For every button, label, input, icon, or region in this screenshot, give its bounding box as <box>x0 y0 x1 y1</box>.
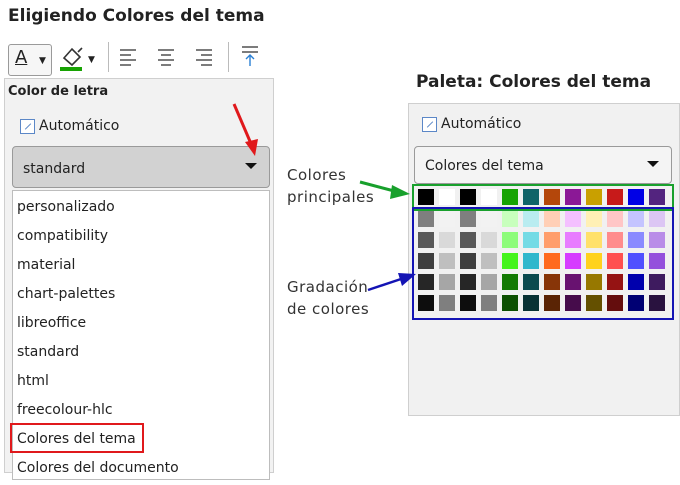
palette-option[interactable]: Colores del documento <box>17 460 179 476</box>
align-top-icon[interactable] <box>240 44 260 68</box>
automatic-option[interactable]: Automático <box>20 118 119 134</box>
palette-option[interactable]: standard <box>17 344 79 360</box>
toolbar: A ▼ ▼ <box>4 38 274 78</box>
chevron-down-icon: ▼ <box>39 56 46 66</box>
left-heading: Eligiendo Colores del tema <box>8 6 265 26</box>
dropdown-arrow-icon[interactable] <box>647 161 659 167</box>
panel-label: Color de letra <box>8 84 109 99</box>
automatic-color-icon <box>20 118 35 134</box>
annotation-line: Gradación <box>287 278 369 296</box>
dropdown-arrow-icon[interactable] <box>245 163 257 169</box>
selection-highlight-box <box>10 423 144 453</box>
palette-option[interactable]: html <box>17 373 49 389</box>
font-color-button[interactable]: A ▼ <box>8 44 52 76</box>
palette-combo-value: Colores del tema <box>425 158 544 174</box>
green-pointer-arrow <box>359 180 410 199</box>
palette-option[interactable]: chart-palettes <box>17 286 115 302</box>
palette-option[interactable]: libreoffice <box>17 315 86 331</box>
align-center-icon[interactable] <box>156 46 176 68</box>
palette-option[interactable]: material <box>17 257 75 273</box>
palette-combo-value: standard <box>23 161 86 177</box>
highlight-color-button[interactable]: ▼ <box>56 44 100 74</box>
palette-option[interactable]: freecolour-hlc <box>17 402 113 418</box>
gradient-colors-box <box>412 207 674 320</box>
palette-option[interactable]: personalizado <box>17 199 115 215</box>
automatic-label: Automático <box>39 118 120 134</box>
palette-combobox[interactable]: Colores del tema <box>414 146 672 184</box>
palette-option[interactable]: compatibility <box>17 228 108 244</box>
align-left-icon[interactable] <box>118 46 138 68</box>
automatic-label: Automático <box>441 116 522 132</box>
align-right-icon[interactable] <box>194 46 214 68</box>
font-color-icon: A <box>15 47 28 68</box>
paint-bucket-icon <box>60 47 83 71</box>
automatic-color-icon <box>422 116 437 132</box>
gradient-annotation: Gradación de colores <box>287 276 369 320</box>
chevron-down-icon: ▼ <box>88 55 95 65</box>
right-heading: Paleta: Colores del tema <box>416 72 652 92</box>
blue-pointer-arrow <box>367 273 416 292</box>
red-pointer-arrow <box>232 103 258 156</box>
annotation-line: de colores <box>287 300 370 318</box>
automatic-option[interactable]: Automático <box>422 116 521 132</box>
